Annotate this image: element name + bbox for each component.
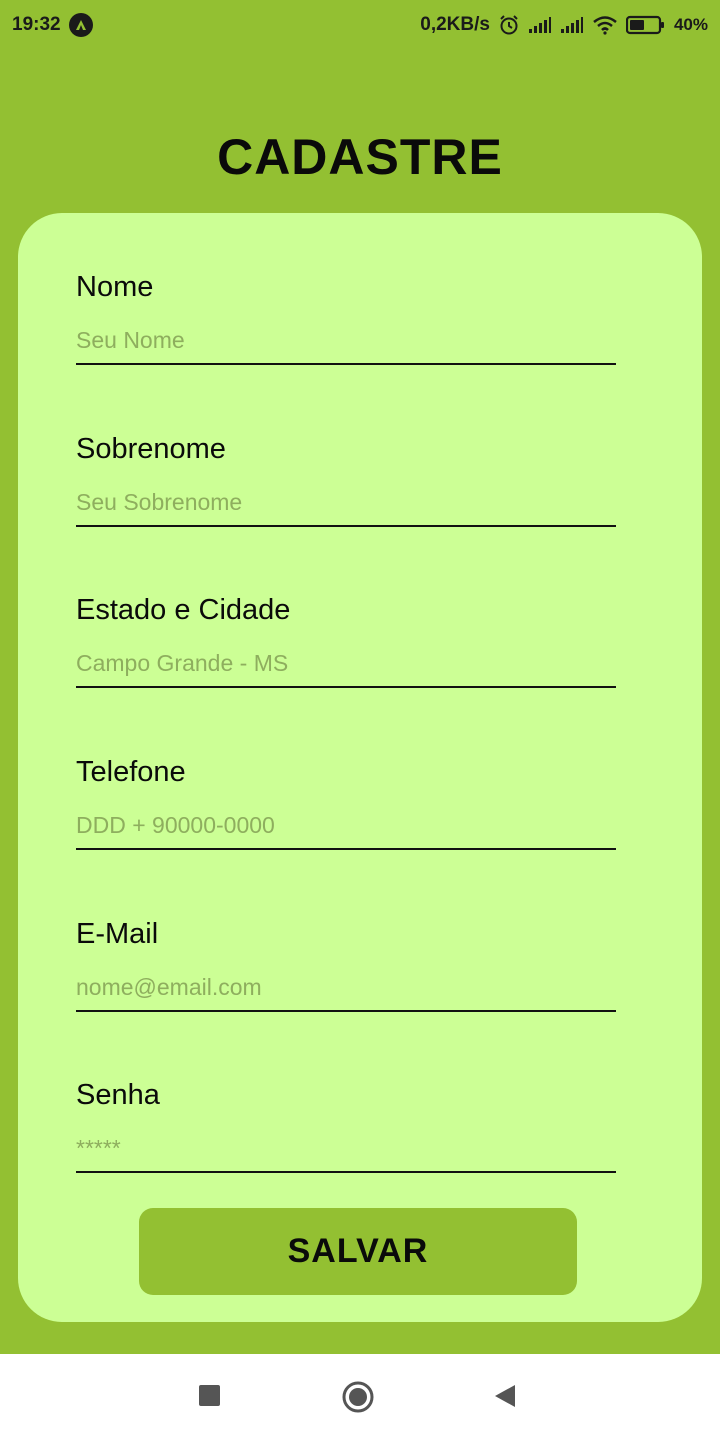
save-button[interactable]: SALVAR xyxy=(139,1208,577,1295)
status-left: 19:32 xyxy=(12,13,93,37)
surname-input[interactable] xyxy=(76,479,616,527)
field-telefone: Telefone xyxy=(76,756,616,868)
field-label: Telefone xyxy=(76,756,186,788)
app-notification-icon xyxy=(68,13,93,37)
field-estado-cidade: Estado e Cidade xyxy=(76,594,616,706)
wifi-icon xyxy=(592,15,618,35)
signal-icon xyxy=(560,16,584,34)
field-label: Sobrenome xyxy=(76,433,226,465)
field-label: Nome xyxy=(76,271,154,303)
signup-form-card: Nome Sobrenome Estado e Cidade Telefone … xyxy=(18,213,702,1322)
field-label: E-Mail xyxy=(76,918,159,950)
page-title: CADASTRE xyxy=(217,129,503,185)
field-nome: Nome xyxy=(76,271,616,383)
field-email: E-Mail xyxy=(76,918,616,1030)
field-label: Senha xyxy=(76,1079,160,1111)
field-label: Estado e Cidade xyxy=(76,594,291,626)
field-sobrenome: Sobrenome xyxy=(76,433,616,545)
field-senha: Senha xyxy=(76,1079,616,1191)
back-icon[interactable] xyxy=(493,1384,517,1413)
signal-icon xyxy=(528,16,552,34)
home-icon[interactable] xyxy=(341,1380,375,1419)
status-bar: 19:32 0,2KB/s 40% xyxy=(0,0,720,50)
state-city-input[interactable] xyxy=(76,640,616,688)
battery-icon xyxy=(625,15,666,35)
phone-input[interactable] xyxy=(76,802,616,850)
navigation-bar xyxy=(0,1354,720,1440)
status-right: 0,2KB/s 40% xyxy=(420,14,708,36)
battery-percent: 40% xyxy=(673,15,708,34)
net-speed: 0,2KB/s xyxy=(420,14,490,35)
status-time: 19:32 xyxy=(12,14,61,35)
name-input[interactable] xyxy=(76,317,616,365)
password-input[interactable] xyxy=(76,1125,616,1173)
recent-apps-icon[interactable] xyxy=(198,1384,221,1412)
alarm-icon xyxy=(498,14,520,36)
email-input[interactable] xyxy=(76,964,616,1012)
